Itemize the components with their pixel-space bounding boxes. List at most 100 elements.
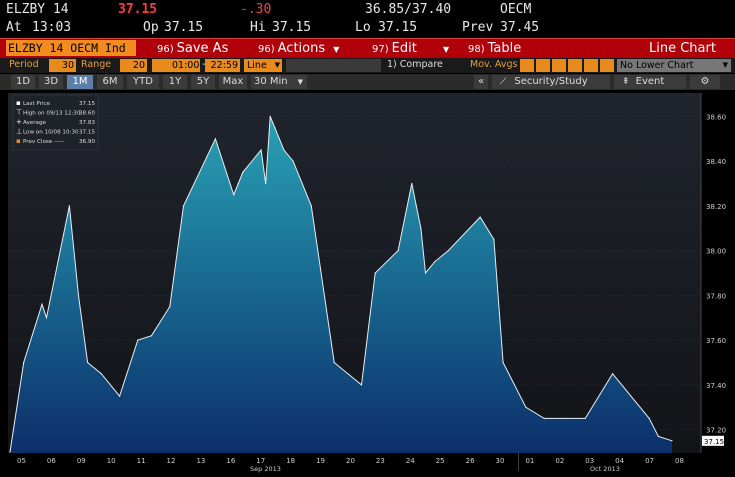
price-point (525, 406, 527, 408)
price-point (374, 272, 376, 274)
price-point (137, 339, 139, 341)
legend-value: 38.60 (79, 111, 95, 117)
price-point (310, 205, 312, 207)
compare-button[interactable]: 1) Compare (387, 59, 443, 70)
lower-chart-select[interactable]: No Lower Chart ▼ (617, 59, 731, 72)
price-point (278, 138, 280, 140)
price-point (420, 227, 422, 229)
price-point (360, 384, 363, 386)
interval-dropdown-icon: ▼ (297, 78, 303, 86)
collapse-icon[interactable]: « (474, 75, 488, 89)
x-tick-label: 06 (47, 457, 56, 465)
x-tick-label: 30 (496, 457, 505, 465)
x-tick-label: 24 (406, 457, 415, 465)
price-point (434, 261, 436, 263)
legend-value: 37.83 (79, 120, 95, 126)
price-point (169, 306, 171, 308)
lower-chart-value: No Lower Chart (620, 60, 694, 71)
x-tick-label: 11 (137, 457, 146, 465)
chart-title: Line Chart (649, 41, 716, 56)
chart-style-dropdown-icon: ▼ (274, 61, 280, 69)
actions-menu[interactable]: 96) Actions ▼ (258, 40, 339, 57)
chart-area: 38.60 38.40 38.20 38.00 37.80 37.60 37.40 37.20… (0, 91, 735, 473)
edit-menu[interactable]: 97) Edit ▼ (372, 40, 449, 57)
price-point (274, 127, 276, 129)
x-tick-label: 26 (466, 457, 475, 465)
interval-select[interactable]: 30 Min ▼ (251, 75, 307, 89)
price-point (68, 205, 70, 207)
period-label: Period (9, 59, 39, 70)
tab-max[interactable]: Max (219, 75, 247, 89)
settings-bar: Period 30 Range 20 01:00 - 22:59 Line ▼ … (0, 58, 735, 73)
net-change: -.30 (240, 2, 272, 17)
mov-avg-field-3[interactable] (552, 59, 566, 72)
price-point (584, 417, 586, 419)
x-tick-label: 12 (167, 457, 176, 465)
x-tick-label: 01 (525, 457, 534, 465)
end-time-input[interactable]: 22:59 (205, 59, 240, 72)
tab-1d[interactable]: 1D (11, 75, 35, 89)
x-tick-label: 17 (256, 457, 265, 465)
price-point (233, 194, 235, 196)
tab-1m[interactable]: 1M (67, 75, 93, 89)
price-point (502, 361, 504, 364)
start-time-input[interactable]: 01:00 (152, 59, 200, 72)
legend-value: 36.90 (79, 139, 95, 145)
legend-symbol-icon: ▪ (16, 137, 21, 145)
range-tabs-bar: 1D 3D 1M 6M YTD 1Y 5Y Max 30 Min ▼ « ⟋ S… (0, 74, 735, 90)
legend-symbol-icon: + (16, 118, 22, 126)
gear-icon[interactable]: ⚙ (690, 75, 720, 89)
event-icon: ⇞ (622, 77, 630, 87)
y-tick-label: 37.60 (706, 337, 726, 345)
tab-ytd[interactable]: YTD (127, 75, 159, 89)
price-point (214, 138, 216, 140)
interval-value: 30 Min (254, 76, 288, 87)
x-tick-label: 10 (107, 457, 116, 465)
tab-5y[interactable]: 5Y (191, 75, 215, 89)
price-point (493, 238, 495, 240)
x-tick-label: 18 (286, 457, 295, 465)
prev-label: Prev (462, 20, 494, 35)
mov-avg-field-5[interactable] (584, 59, 598, 72)
price-point (292, 160, 294, 162)
x-tick-label: 02 (555, 457, 564, 465)
x-tick-label: 09 (77, 457, 86, 465)
legend-label: Average (23, 120, 47, 126)
table-button[interactable]: 98) Table (468, 40, 521, 57)
mov-avg-field-2[interactable] (536, 59, 550, 72)
price-point (561, 417, 564, 419)
chart-style-select[interactable]: Line ▼ (244, 59, 282, 72)
period-input[interactable]: 30 (49, 59, 76, 72)
price-point (45, 317, 48, 319)
mov-avg-field-4[interactable] (568, 59, 582, 72)
save-as-number: 96) (157, 44, 174, 55)
quote-header: ELZBY 14 37.15 -.30 36.85/37.40 OECM At … (0, 0, 735, 38)
price-point (9, 451, 11, 453)
edit-dropdown-icon: ▼ (442, 45, 450, 54)
security-field[interactable]: ELZBY 14 OECM Ind (6, 40, 136, 56)
mov-avg-field-6[interactable] (600, 59, 614, 72)
legend-symbol-icon: ⊥ (16, 128, 22, 136)
legend-symbol-icon: ⊤ (16, 109, 22, 117)
mov-avg-field-1[interactable] (520, 59, 534, 72)
tab-1y[interactable]: 1Y (163, 75, 187, 89)
tab-3d[interactable]: 3D (39, 75, 63, 89)
x-tick-label: 19 (316, 457, 325, 465)
range-input[interactable]: 20 (120, 59, 147, 72)
edit-label: Edit (391, 41, 417, 56)
save-as-button[interactable]: 96) Save As (157, 40, 228, 57)
price-point (41, 303, 43, 305)
event-button[interactable]: ⇞ Event (614, 75, 686, 89)
price-point (23, 361, 25, 364)
price-point (150, 335, 153, 337)
actions-number: 96) (258, 44, 275, 55)
table-number: 98) (468, 44, 485, 55)
save-as-label: Save As (176, 41, 229, 56)
security-study-button[interactable]: ⟋ Security/Study (492, 75, 610, 89)
price-point (424, 272, 427, 274)
tab-6m[interactable]: 6M (97, 75, 123, 89)
price-point (265, 182, 267, 185)
price-point (671, 440, 673, 442)
price-point (283, 149, 285, 151)
edit-number: 97) (372, 44, 389, 55)
